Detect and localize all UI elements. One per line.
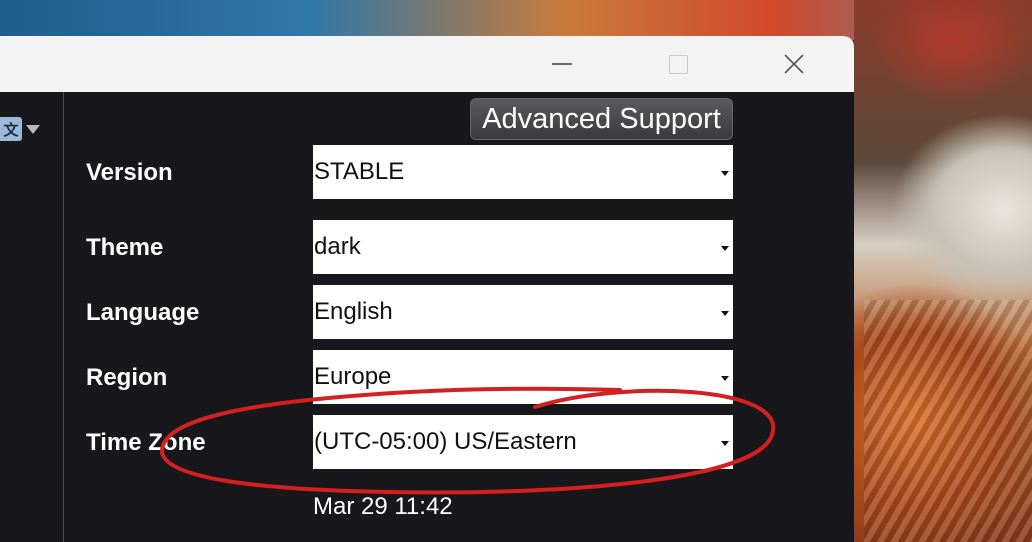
chevron-down-icon <box>26 124 40 134</box>
chevron-down-icon <box>721 246 729 251</box>
language-label: Language <box>86 299 200 326</box>
settings-panel: Advanced Support Version STABLE Theme da… <box>64 92 854 542</box>
sidebar: 文 <box>0 92 64 542</box>
theme-value: dark <box>314 233 361 260</box>
chevron-down-icon <box>721 311 729 316</box>
maximize-button[interactable] <box>648 36 708 92</box>
minimize-icon <box>552 63 572 65</box>
chevron-down-icon <box>721 376 729 381</box>
version-value: STABLE <box>314 158 405 185</box>
close-button[interactable] <box>764 36 824 92</box>
close-icon <box>784 54 804 74</box>
advanced-support-button[interactable]: Advanced Support <box>470 98 733 140</box>
maximize-icon <box>668 54 688 74</box>
region-value: Europe <box>314 363 392 390</box>
current-time: Mar 29 11:42 <box>313 493 453 520</box>
wallpaper-right <box>854 0 1032 542</box>
region-select[interactable]: Europe <box>313 350 733 404</box>
translate-icon: 文 <box>0 117 22 141</box>
theme-label: Theme <box>86 234 164 261</box>
version-label: Version <box>86 159 173 186</box>
language-value: English <box>314 298 393 325</box>
language-select[interactable]: English <box>313 285 733 339</box>
settings-window: 文 Advanced Support Version STABLE Theme … <box>0 36 854 542</box>
chevron-down-icon <box>721 441 729 446</box>
time-zone-label: Time Zone <box>86 429 206 456</box>
region-label: Region <box>86 364 168 391</box>
time-zone-value: (UTC-05:00) US/Eastern <box>314 428 577 455</box>
time-zone-select[interactable]: (UTC-05:00) US/Eastern <box>313 415 733 469</box>
title-bar[interactable] <box>0 36 854 92</box>
chevron-down-icon <box>721 171 729 176</box>
translate-button[interactable]: 文 <box>0 116 44 142</box>
theme-select[interactable]: dark <box>313 220 733 274</box>
minimize-button[interactable] <box>532 36 592 92</box>
version-select[interactable]: STABLE <box>313 145 733 199</box>
